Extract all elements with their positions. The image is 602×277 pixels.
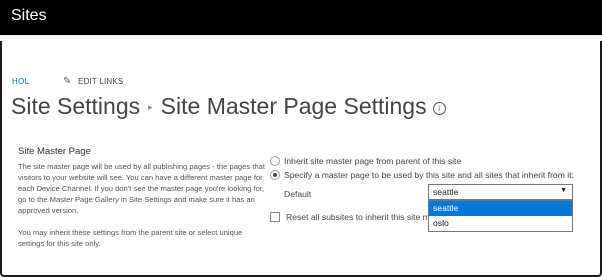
site-title[interactable]: Sites xyxy=(11,7,47,25)
section-description: The site master page will be used by all… xyxy=(18,161,268,260)
master-page-dropdown[interactable]: seattle oslo xyxy=(428,200,573,232)
chevron-down-icon: ▼ xyxy=(560,187,567,194)
home-link[interactable]: HOL xyxy=(12,77,29,86)
specify-radio[interactable] xyxy=(270,169,280,180)
info-icon[interactable]: i xyxy=(432,102,446,115)
breadcrumb-separator-icon: ▸ xyxy=(148,102,153,112)
default-label: Default xyxy=(284,189,312,199)
inherit-label: Inherit site master page from parent of … xyxy=(284,156,462,166)
page-title: Site Settings ▸ Site Master Page Settings i xyxy=(11,93,446,120)
edit-links-label: EDIT LINKS xyxy=(78,77,124,86)
description-paragraph: The site master page will be used by all… xyxy=(18,162,265,215)
description-paragraph: You may inherit these settings from the … xyxy=(18,228,243,248)
inherit-option[interactable]: Inherit site master page from parent of … xyxy=(270,155,462,167)
edit-links-button[interactable]: ✎ EDIT LINKS xyxy=(63,76,123,87)
breadcrumb-current: Site Master Page Settings xyxy=(160,93,427,119)
specify-label: Specify a master page to be used by this… xyxy=(284,170,574,180)
breadcrumb-parent[interactable]: Site Settings xyxy=(11,93,140,119)
ribbon-strip xyxy=(0,35,602,41)
suite-bar: Sites xyxy=(0,0,602,35)
pencil-icon: ✎ xyxy=(63,76,72,87)
section-title: Site Master Page xyxy=(18,146,91,157)
dropdown-option[interactable]: oslo xyxy=(429,216,572,231)
master-page-select[interactable]: seattle ▼ xyxy=(428,184,573,200)
reset-subsites-checkbox[interactable] xyxy=(270,211,280,222)
inherit-radio[interactable] xyxy=(270,155,280,166)
select-value: seattle xyxy=(433,187,459,197)
specify-option[interactable]: Specify a master page to be used by this… xyxy=(270,169,574,181)
dropdown-option[interactable]: seattle xyxy=(429,201,572,216)
